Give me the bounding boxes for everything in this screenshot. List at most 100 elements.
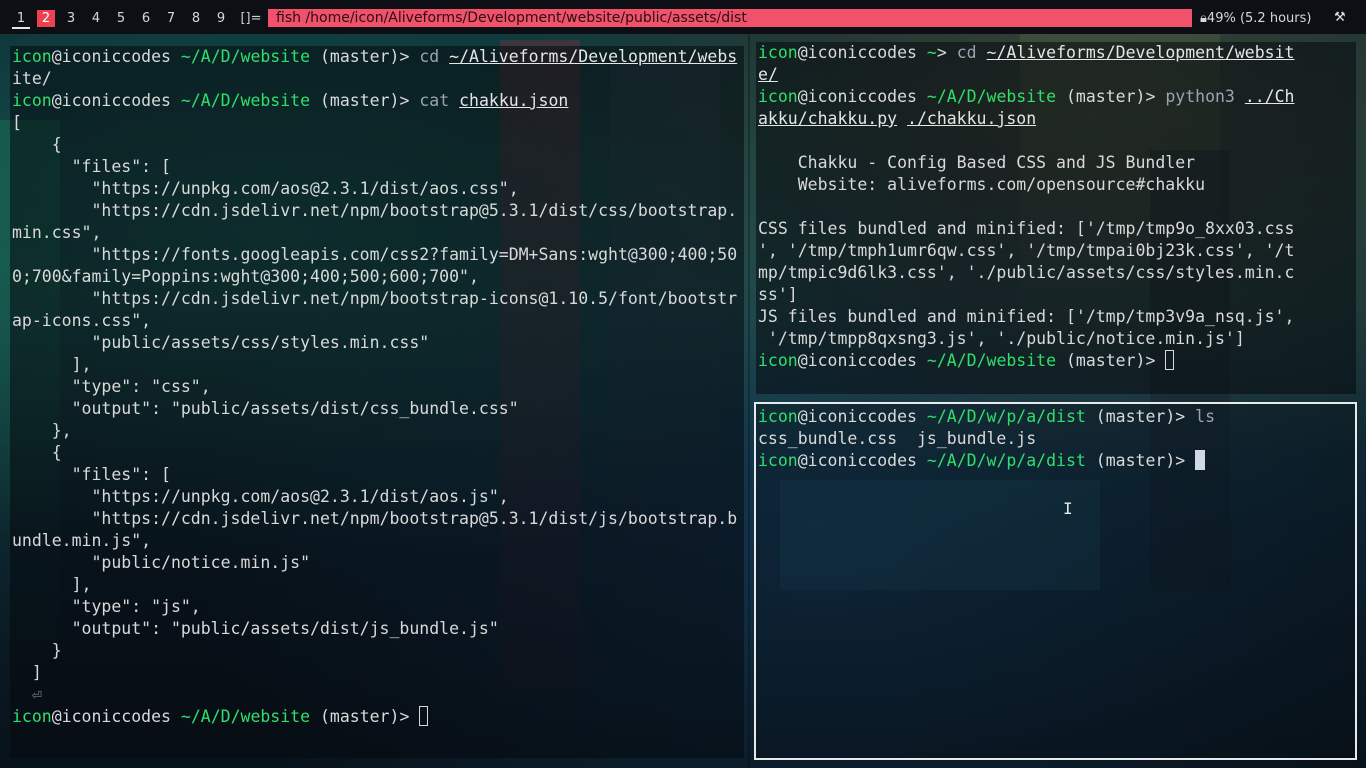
prompt-user: icon	[758, 407, 798, 426]
prompt-branch: (master)	[1085, 407, 1176, 426]
output-text: Website: aliveforms.com/opensource#chakk…	[758, 175, 1206, 194]
command-argument: e/	[758, 65, 778, 84]
terminal-line: icon@iconiccodes ~/A/D/website (master)>…	[758, 86, 1354, 108]
terminal-line: "https://cdn.jsdelivr.net/npm/bootstrap-…	[12, 288, 742, 310]
terminal-line: '/tmp/tmpp8qxsng3.js', './public/notice.…	[758, 328, 1354, 350]
output-text: "https://fonts.googleapis.com/css2?famil…	[12, 245, 738, 264]
prompt-user: icon	[758, 43, 798, 62]
output-text: "files": [	[12, 465, 171, 484]
terminal-line: {	[12, 442, 742, 464]
output-text: [	[12, 113, 22, 132]
prompt-branch: (master)	[1056, 351, 1146, 370]
prompt-symbol: >	[399, 47, 420, 66]
output-text: 0;700&family=Poppins:wght@300;400;500;60…	[12, 267, 479, 286]
output-text: "https://cdn.jsdelivr.net/npm/bootstrap-…	[12, 289, 738, 308]
terminal-line: ite/	[12, 68, 742, 90]
lock-battery-icon: 🔒︎	[1200, 11, 1207, 26]
terminal-line: "files": [	[12, 156, 742, 178]
terminal-line: ss']	[758, 284, 1354, 306]
output-text: "public/assets/css/styles.min.css"	[12, 333, 430, 352]
terminal-line: },	[12, 420, 742, 442]
output-text: Chakku - Config Based CSS and JS Bundler	[758, 153, 1196, 172]
output-text: }	[12, 641, 62, 660]
prompt-path: ~/A/D/w/p/a/dist	[916, 407, 1086, 426]
prompt-branch: (master)	[310, 47, 400, 66]
prompt-host: @iconiccodes	[797, 407, 917, 426]
workspace-5[interactable]: 5	[112, 10, 130, 27]
workspace-2[interactable]: 2	[37, 10, 55, 27]
battery-text: 49% (5.2 hours)	[1206, 11, 1312, 26]
ibeam-cursor-icon: I	[1063, 499, 1073, 518]
terminal-top-right[interactable]: icon@iconiccodes ~> cd ~/Aliveforms/Deve…	[756, 42, 1356, 394]
workspace-7[interactable]: 7	[162, 10, 180, 27]
terminal-line: "https://fonts.googleapis.com/css2?famil…	[12, 244, 742, 266]
terminal-line: ap-icons.css",	[12, 310, 742, 332]
prompt-host: @iconiccodes	[797, 43, 917, 62]
prompt-host: @iconiccodes	[797, 351, 917, 370]
prompt-symbol: >	[399, 91, 420, 110]
workspace-1[interactable]: 1	[12, 10, 30, 29]
terminal-left[interactable]: icon@iconiccodes ~/A/D/website (master)>…	[10, 46, 744, 758]
output-text: ite/	[12, 69, 52, 88]
output-text: "output": "public/assets/dist/js_bundle.…	[12, 619, 499, 638]
prompt-symbol: >	[1175, 407, 1196, 426]
workspace-4[interactable]: 4	[87, 10, 105, 27]
command-argument: chakku.json	[459, 91, 569, 110]
terminal-line: ],	[12, 574, 742, 596]
tools-icon[interactable]: ⚒	[1334, 9, 1348, 27]
output-text: '/tmp/tmpp8qxsng3.js', './public/notice.…	[758, 329, 1245, 348]
prompt-host: @iconiccodes	[51, 707, 171, 726]
terminal-line: "https://unpkg.com/aos@2.3.1/dist/aos.js…	[12, 486, 742, 508]
no-newline-marker: ⏎	[12, 685, 42, 704]
command: cd	[956, 43, 987, 62]
command-argument: ~/Aliveforms/Development/webs	[449, 47, 738, 66]
output-text: {	[12, 443, 62, 462]
prompt-host: @iconiccodes	[51, 91, 171, 110]
prompt-user: icon	[758, 351, 798, 370]
output-text: "https://cdn.jsdelivr.net/npm/bootstrap@…	[12, 509, 738, 528]
prompt-user: icon	[12, 707, 52, 726]
prompt-path: ~/A/D/website	[916, 87, 1057, 106]
output-text: "type": "js",	[12, 597, 201, 616]
prompt-user: icon	[758, 87, 798, 106]
workspace-3[interactable]: 3	[62, 10, 80, 27]
terminal-line: CSS files bundled and minified: ['/tmp/t…	[758, 218, 1354, 240]
terminal-line: ⏎	[12, 684, 742, 706]
prompt-branch: (master)	[1056, 87, 1146, 106]
output-text: "https://unpkg.com/aos@2.3.1/dist/aos.js…	[12, 487, 509, 506]
terminal-bottom-right-focused[interactable]: icon@iconiccodes ~/A/D/w/p/a/dist (maste…	[754, 402, 1357, 760]
terminal-line: ', '/tmp/tmph1umr6qw.css', '/tmp/tmpai0b…	[758, 240, 1354, 262]
window-title: fish /home/icon/Aliveforms/Development/w…	[268, 9, 1192, 27]
output-text: "output": "public/assets/dist/css_bundle…	[12, 399, 519, 418]
workspace-9[interactable]: 9	[212, 10, 230, 27]
prompt-path: ~/A/D/website	[916, 351, 1057, 370]
output-text: mp/tmpic9d6lk3.css', './public/assets/cs…	[758, 263, 1295, 282]
prompt-path: ~	[916, 43, 937, 62]
output-text: ]	[12, 663, 42, 682]
pane-divider	[748, 34, 750, 768]
terminal-line: mp/tmpic9d6lk3.css', './public/assets/cs…	[758, 262, 1354, 284]
prompt-branch: (master)	[310, 707, 400, 726]
output-text: ', '/tmp/tmph1umr6qw.css', '/tmp/tmpai0b…	[758, 241, 1295, 260]
output-text: {	[12, 135, 62, 154]
prompt-branch: (master)	[310, 91, 400, 110]
prompt-symbol: >	[399, 707, 420, 726]
prompt-symbol: >	[1145, 87, 1166, 106]
prompt-host: @iconiccodes	[797, 451, 917, 470]
workspace-6[interactable]: 6	[137, 10, 155, 27]
workspace-8[interactable]: 8	[187, 10, 205, 27]
text-cursor	[1165, 350, 1175, 370]
terminal-line: ],	[12, 354, 742, 376]
terminal-line: "output": "public/assets/dist/css_bundle…	[12, 398, 742, 420]
prompt-symbol: >	[1145, 351, 1166, 370]
layout-indicator[interactable]: []=	[240, 10, 262, 27]
terminal-line: "output": "public/assets/dist/js_bundle.…	[12, 618, 742, 640]
output-text: "files": [	[12, 157, 171, 176]
terminal-line: ]	[12, 662, 742, 684]
command: cat	[419, 91, 460, 110]
terminal-line: }	[12, 640, 742, 662]
terminal-line: 0;700&family=Poppins:wght@300;400;500;60…	[12, 266, 742, 288]
prompt-user: icon	[12, 91, 52, 110]
